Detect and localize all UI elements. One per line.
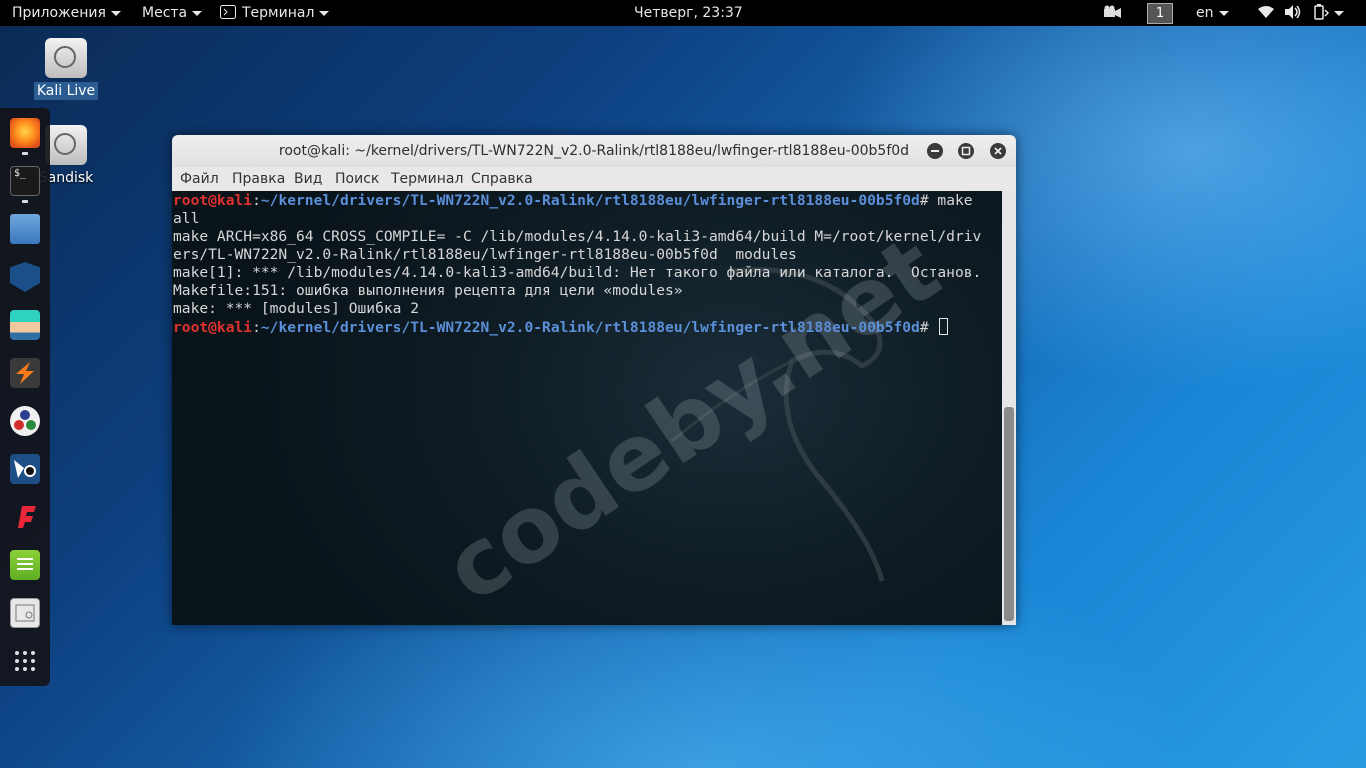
applications-menu-label: Приложения [12,5,106,21]
minimize-icon [931,150,939,152]
running-indicator [22,152,28,155]
menu-edit[interactable]: Правка [232,167,285,191]
wifi-icon[interactable] [1258,0,1274,26]
desktop-icon-label: Kali Live [33,82,99,100]
prompt-path: ~/kernel/drivers/TL-WN722N_v2.0-Ralink/r… [260,192,920,209]
window-title: root@kali: ~/kernel/drivers/TL-WN722N_v2… [278,143,910,159]
prompt-suffix: # [919,319,938,336]
menu-file[interactable]: Файл [180,167,219,191]
workspace-indicator[interactable]: 1 [1147,3,1173,24]
drive-icon [45,125,87,165]
terminal-line: make ARCH=x86_64 CROSS_COMPILE= -C /lib/… [173,228,982,245]
active-app-label: Терминал [242,5,315,21]
leafpad-icon[interactable] [10,550,40,580]
applications-menu[interactable]: Приложения [12,0,121,26]
menu-terminal[interactable]: Терминал [391,167,463,191]
power-menu[interactable] [1313,0,1344,26]
terminal-line: Makefile:151: ошибка выполнения рецепта … [173,282,683,299]
menu-view[interactable]: Вид [294,167,322,191]
active-app-menu[interactable]: Терминал [220,0,330,26]
maximize-button[interactable] [958,143,974,159]
terminal-scrollbar[interactable] [1002,191,1016,625]
close-button[interactable] [990,143,1006,159]
running-indicator [22,200,28,203]
terminal-line: all [173,210,200,227]
video-camera-icon[interactable] [1104,0,1122,26]
terminal-line: root@kali:~/kernel/drivers/TL-WN722N_v2.… [173,192,973,210]
places-menu[interactable]: Места [142,0,203,26]
keyboard-layout-menu[interactable]: en [1196,0,1229,26]
terminal-output[interactable]: codeby.net root@kali:~/kernel/drivers/TL… [172,191,1002,625]
window-titlebar[interactable]: root@kali: ~/kernel/drivers/TL-WN722N_v2… [172,135,1016,167]
minimize-button[interactable] [927,143,943,159]
keyboard-layout-label: en [1196,5,1214,21]
terminal-line: ers/TL-WN722N_v2.0-Ralink/rtl8188eu/lwfi… [173,246,797,263]
faraday-icon[interactable] [10,502,40,532]
desktop-icon-kali-live[interactable]: Kali Live [26,38,106,100]
maximize-icon [961,146,971,156]
menu-help[interactable]: Справка [471,167,533,191]
beef-icon[interactable] [10,454,40,484]
places-menu-label: Места [142,5,188,21]
maltego-icon[interactable] [10,406,40,436]
show-applications-icon[interactable] [10,646,40,676]
workspace-indicator-wrap[interactable]: 1 [1147,0,1173,26]
terminal-line: root@kali:~/kernel/drivers/TL-WN722N_v2.… [173,318,949,337]
metasploit-icon[interactable] [10,262,40,292]
chevron-down-icon [110,10,121,16]
terminal-window: root@kali: ~/kernel/drivers/TL-WN722N_v2… [172,135,1016,625]
armitage-icon[interactable] [10,310,40,340]
chevron-down-icon [319,10,330,16]
battery-icon [1314,4,1330,20]
menu-search[interactable]: Поиск [335,167,379,191]
files-icon[interactable] [10,214,40,244]
terminal-line: make[1]: *** /lib/modules/4.14.0-kali3-a… [173,264,982,281]
command-text: # make [919,192,973,209]
terminal-app-icon [220,5,236,19]
firefox-icon[interactable] [10,118,40,148]
volume-icon[interactable] [1285,0,1301,26]
prompt-separator: : [252,192,261,209]
clock[interactable]: Четверг, 23:37 [634,0,743,26]
prompt-user: root@kali [173,319,253,336]
top-panel: Приложения Места Терминал Четверг, 23:37… [0,0,1366,26]
chevron-down-icon [1218,10,1229,16]
drive-icon [45,38,87,78]
dock: $_ [0,108,50,686]
chevron-down-icon [1334,10,1344,16]
chevron-down-icon [192,10,203,16]
scrollbar-thumb[interactable] [1004,407,1014,621]
terminal-line: make: *** [modules] Ошибка 2 [173,300,420,317]
prompt-path: ~/kernel/drivers/TL-WN722N_v2.0-Ralink/r… [260,319,920,336]
burpsuite-icon[interactable] [10,358,40,388]
cutycapt-icon[interactable] [10,598,40,628]
close-icon [994,147,1002,155]
prompt-user: root@kali [173,192,253,209]
prompt-separator: : [252,319,261,336]
terminal-icon[interactable]: $_ [10,166,40,196]
terminal-menubar: Файл Правка Вид Поиск Терминал Справка [172,167,1016,192]
text-cursor [939,318,949,335]
